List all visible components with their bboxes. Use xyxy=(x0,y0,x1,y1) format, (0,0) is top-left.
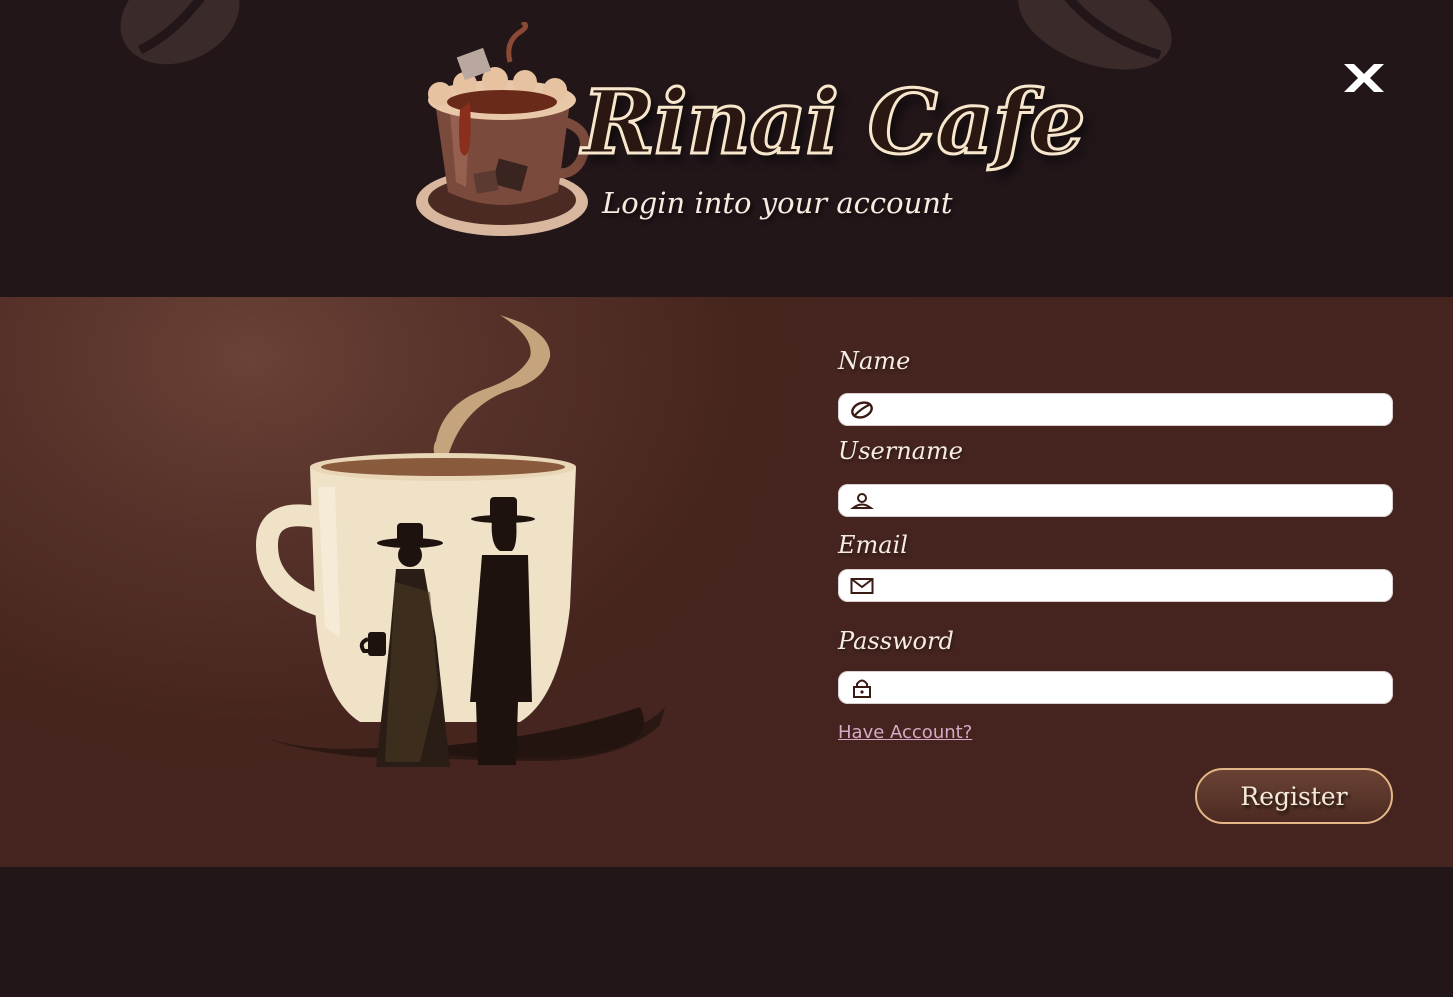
coffee-cup-silhouettes-illustration xyxy=(222,315,665,767)
page-subtitle: Login into your account xyxy=(602,186,953,220)
username-input[interactable] xyxy=(882,484,1386,519)
email-field[interactable] xyxy=(838,569,1393,604)
password-input[interactable] xyxy=(882,671,1386,706)
register-form: Name Username Email Password Have Accoun… xyxy=(838,297,1393,867)
username-field[interactable] xyxy=(838,484,1393,519)
email-input[interactable] xyxy=(882,569,1386,604)
cafe-logo-cup-icon xyxy=(416,22,590,236)
brand-title: Rinai Cafe xyxy=(581,70,1088,174)
register-panel: Name Username Email Password Have Accoun… xyxy=(0,297,1453,867)
close-icon[interactable] xyxy=(1340,60,1388,96)
username-label: Username xyxy=(838,437,963,465)
user-icon xyxy=(850,493,874,509)
name-field[interactable] xyxy=(838,393,1393,428)
register-page: Rinai Cafe Login into your account Name … xyxy=(0,0,1453,997)
envelope-icon xyxy=(850,578,874,594)
name-label: Name xyxy=(838,347,911,375)
password-label: Password xyxy=(838,627,954,655)
have-account-link[interactable]: Have Account? xyxy=(838,722,972,743)
header: Rinai Cafe Login into your account xyxy=(0,0,1453,297)
register-button[interactable]: Register xyxy=(1195,768,1393,824)
coffee-bean-icon xyxy=(851,401,873,419)
password-field[interactable] xyxy=(838,671,1393,706)
lock-icon xyxy=(853,679,871,698)
name-input[interactable] xyxy=(882,393,1386,428)
email-label: Email xyxy=(838,531,908,559)
